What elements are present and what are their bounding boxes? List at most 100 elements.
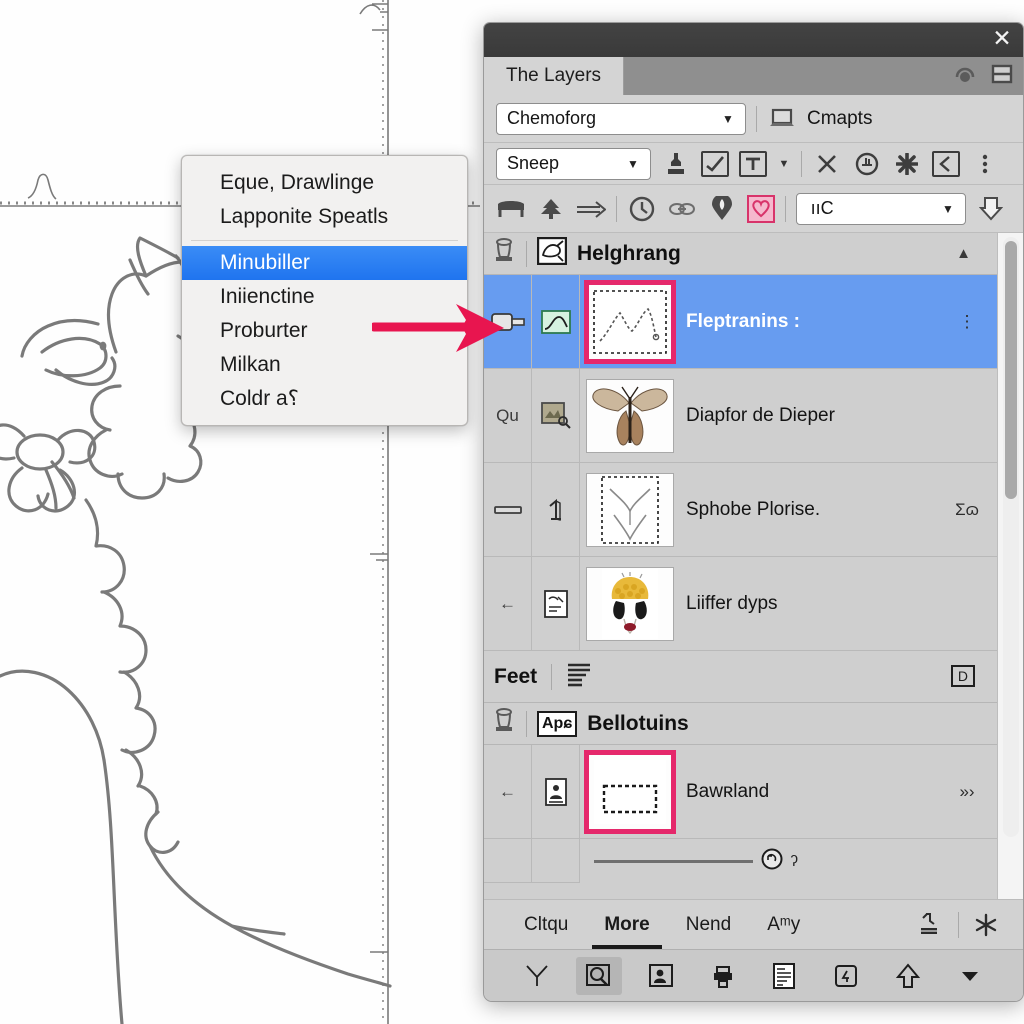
clock-icon[interactable] (627, 194, 657, 224)
divider (801, 150, 802, 177)
line-chart-thumb (584, 279, 676, 364)
close-x-icon[interactable] (812, 149, 842, 179)
document-button[interactable] (761, 957, 807, 995)
chevron-down-icon[interactable]: ▼ (935, 202, 961, 216)
printer-button[interactable] (700, 957, 746, 995)
close-icon[interactable]: ✕ (989, 27, 1015, 53)
layer-name: Fleptranins : (686, 310, 801, 332)
layer-thumbnail[interactable] (580, 463, 680, 556)
asterisk-small-icon[interactable] (971, 910, 1001, 940)
tree-icon[interactable] (536, 194, 566, 224)
chevron-down-icon[interactable]: ▼ (715, 112, 741, 126)
asterisk-icon[interactable] (892, 149, 922, 179)
ac-combo[interactable]: ııC ▼ (796, 192, 966, 225)
divider (551, 663, 553, 690)
checkmark-brush-icon[interactable] (701, 150, 729, 177)
more-vertical-icon[interactable] (970, 149, 1000, 179)
ap-badge-icon[interactable]: Apɕ (537, 710, 578, 737)
context-menu[interactable]: Eque, Drawlinge Lapponite Speatls Minubi… (181, 155, 468, 426)
subbar-feet[interactable]: Feet D (484, 651, 997, 703)
menu-item-1[interactable]: Lapponite Speatls (182, 200, 467, 234)
chevron-down-icon[interactable]: ▼ (620, 157, 646, 171)
image-search-icon[interactable] (532, 369, 580, 462)
menu-item-6[interactable]: Coldr a⸮ (182, 382, 467, 416)
slider-track[interactable] (594, 859, 753, 863)
toolbar-row-1: Chemoforg ▼ Cmapts (484, 95, 1023, 143)
pin-icon[interactable] (707, 194, 737, 224)
menu-item-0[interactable]: Eque, Drawlinge (182, 166, 467, 200)
note-icon[interactable] (532, 557, 580, 650)
number-one-icon[interactable] (532, 463, 580, 556)
chart-thumb-icon[interactable] (532, 275, 580, 368)
blend-mode-combo[interactable]: Sneep ▼ (496, 147, 651, 180)
document-combo[interactable]: Chemoforg ▼ (496, 102, 746, 135)
link-icon[interactable] (667, 194, 697, 224)
stamp-icon[interactable] (661, 149, 691, 179)
upload-arrow-button[interactable] (885, 957, 931, 995)
opacity-slider-row[interactable]: ʔ (484, 839, 997, 883)
tab-the-layers[interactable]: The Layers (484, 57, 625, 95)
stamp-table-icon[interactable] (916, 910, 946, 940)
arrow-right-icon[interactable] (576, 194, 606, 224)
split-view-icon[interactable] (991, 63, 1013, 90)
row-right-icon[interactable] (937, 369, 997, 462)
layer-thumbnail[interactable] (580, 275, 680, 368)
magnify-layer-button[interactable] (575, 956, 622, 995)
group-header-bellotuins[interactable]: Apɕ Bellotuins (484, 703, 997, 745)
list-lines-icon[interactable] (566, 660, 594, 693)
sketch-badge-icon[interactable] (536, 236, 568, 270)
portrait-frame-button[interactable] (638, 957, 684, 995)
row-right-icon[interactable] (937, 557, 997, 650)
layer-thumbnail[interactable] (580, 557, 680, 650)
pink-heart-icon[interactable] (747, 194, 775, 223)
footer-tab-cltqu[interactable]: Cltqu (506, 900, 586, 949)
layer-thumbnail[interactable] (580, 369, 680, 462)
menu-item-2[interactable]: Minubiller (182, 246, 467, 280)
scrollbar-thumb[interactable] (1005, 241, 1017, 499)
row-more-icon[interactable]: ⋮ (937, 275, 997, 368)
footer-tab-more[interactable]: More (586, 900, 667, 949)
dropdown-caret-button[interactable] (947, 957, 993, 995)
subbar-title: Feet (494, 664, 538, 688)
document-combo-value: Chemoforg (507, 108, 597, 128)
d-badge-icon[interactable]: D (950, 664, 975, 687)
bench-icon[interactable] (496, 194, 526, 224)
laptop-icon[interactable] (767, 104, 797, 134)
reset-circle-icon[interactable] (761, 848, 783, 875)
chevron-down-icon[interactable]: ▼ (777, 158, 791, 170)
layer-row-fleptranins[interactable]: Fleptranins : ⋮ (484, 275, 997, 369)
chevron-up-icon[interactable]: ▲ (956, 245, 971, 262)
lamp-icon[interactable] (492, 238, 516, 269)
row-left-label[interactable]: Qu (484, 369, 532, 462)
opacity-slider[interactable]: ʔ (580, 839, 997, 883)
stamp-circle-icon[interactable] (852, 149, 882, 179)
y-tool-button[interactable] (514, 957, 560, 995)
layer-row-liiffer-dyps[interactable]: ← Liiffer dyps (484, 557, 997, 651)
collapse-left-icon[interactable] (932, 150, 960, 177)
group-title: Helghrang (577, 241, 681, 265)
arrow-left-icon[interactable]: ← (484, 557, 532, 650)
divider (526, 710, 527, 737)
headphones-icon[interactable] (953, 63, 977, 90)
dash-icon[interactable] (484, 463, 532, 556)
lamp-icon[interactable] (492, 708, 516, 739)
arrow-left-icon[interactable]: ← (484, 745, 532, 838)
footer-tab-any[interactable]: Aᵐy (749, 900, 818, 949)
layers-panel: ✕ The Layers Chemoforg ▼ Cmapts Sneep ▼ … (483, 22, 1024, 1002)
group-header-helghrang[interactable]: Helghrang ▲ (484, 233, 997, 275)
layer-row-diapfor-de-dieper[interactable]: Qu Diapfor de Dieper (484, 369, 997, 463)
layer-list[interactable]: Helghrang ▲ Fleptranins: ⋮ Qu Diapfor d… (484, 233, 1023, 899)
layer-list-scrollbar[interactable] (1003, 237, 1019, 837)
four-box-button[interactable] (823, 957, 869, 995)
sigma-icon[interactable]: Σɷ (937, 463, 997, 556)
portrait-icon[interactable] (532, 745, 580, 838)
layer-row-sphobe-plorise[interactable]: Sphobe Plorise. Σɷ (484, 463, 997, 557)
cursor-arrow-icon[interactable] (976, 194, 1006, 224)
screen-root: Eque, Drawlinge Lapponite Speatls Minubi… (0, 0, 1024, 1024)
footer-tab-nend[interactable]: Nend (668, 900, 749, 949)
layer-thumbnail[interactable] (580, 745, 680, 838)
chevrons-right-icon[interactable]: »› (937, 745, 997, 838)
panel-titlebar[interactable]: ✕ (484, 23, 1023, 57)
layer-row-bawrland[interactable]: ← Bawʀland »› (484, 745, 997, 839)
text-tool-icon[interactable] (739, 150, 767, 177)
